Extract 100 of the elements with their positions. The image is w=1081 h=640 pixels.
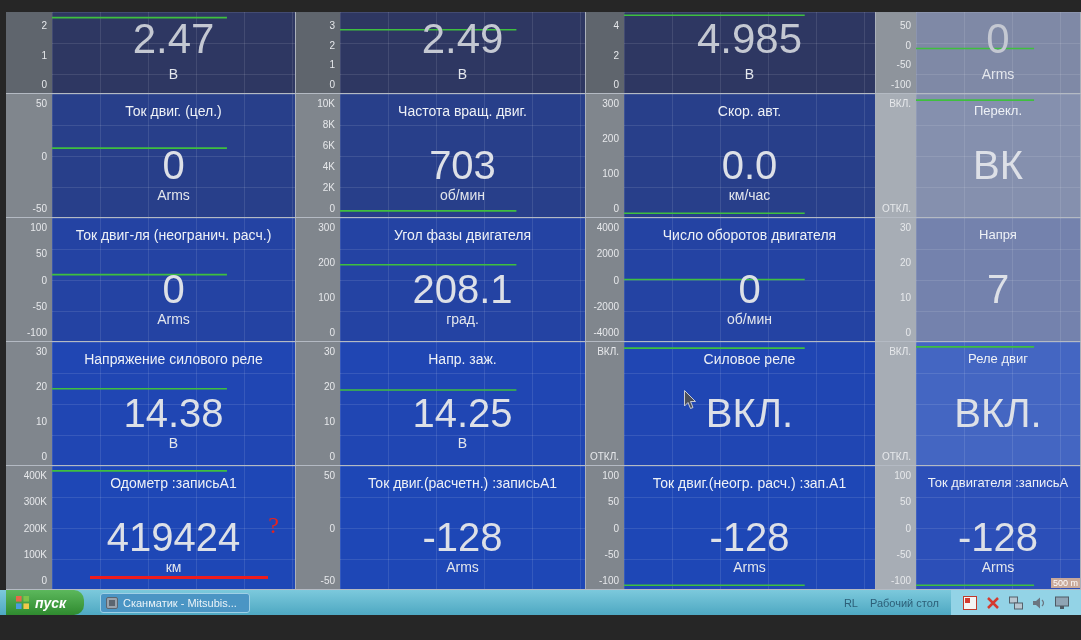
unit-label: об/мин xyxy=(440,186,485,204)
gauge-value: -128 xyxy=(709,516,790,558)
axis-label: 0 xyxy=(329,203,335,214)
axis-label: 50 xyxy=(899,496,911,508)
gauge-value: 14.38 xyxy=(123,392,224,434)
axis-label: 10K xyxy=(317,98,335,109)
window-icon[interactable] xyxy=(963,595,977,610)
gauge-value: 4.985 xyxy=(696,17,803,61)
unit-label: Arms xyxy=(157,310,190,328)
gauge-value: 2.49 xyxy=(421,17,504,61)
axis-label: 50 xyxy=(323,470,335,481)
unit-label: Arms xyxy=(733,558,766,576)
axis-label: 2000 xyxy=(596,248,619,260)
axis-label: 2K xyxy=(322,182,335,193)
gauge-value: 0 xyxy=(162,268,185,310)
axis-label: ОТКЛ. xyxy=(589,451,619,462)
axis-label: -50 xyxy=(896,548,911,560)
axis-label: 300K xyxy=(23,496,47,508)
gauge-value: 0 xyxy=(162,144,185,186)
axis-label: -50 xyxy=(604,548,619,560)
axis-label: -100 xyxy=(891,575,911,586)
axis-label: 400K xyxy=(23,470,47,481)
axis-label: 100K xyxy=(23,548,47,560)
gauge-title: Напря xyxy=(979,226,1017,244)
axis-label: 10 xyxy=(323,416,335,427)
axis-label: ВКЛ. xyxy=(597,346,619,357)
axis-label: 100 xyxy=(602,168,619,179)
axis-label: 4000 xyxy=(596,222,619,233)
gauge-title: Угол фазы двигателя xyxy=(393,226,532,244)
toolbar-label: RL xyxy=(843,596,858,609)
axis-label: 0 xyxy=(329,327,335,338)
gauge-value: ВКЛ. xyxy=(954,392,1042,434)
axis-label: 0 xyxy=(905,522,911,534)
gauge-value: 0 xyxy=(738,268,761,310)
unit-label: град. xyxy=(446,310,479,328)
axis-label: 20 xyxy=(899,257,911,268)
question-mark: ? xyxy=(268,512,279,538)
gauge-value: 703 xyxy=(429,144,496,186)
axis-label: 200 xyxy=(318,257,335,268)
axis-label: 0 xyxy=(905,39,911,51)
axis-label: -4000 xyxy=(593,327,619,338)
taskbar-button[interactable]: Сканматик - Mitsubis... xyxy=(100,592,250,613)
axis-label: -100 xyxy=(599,575,619,586)
gauge-title: Силовое реле xyxy=(703,350,796,368)
axis-label: 20 xyxy=(323,381,335,392)
axis-label: 0 xyxy=(905,327,911,338)
axis-label: 30 xyxy=(899,222,911,233)
unit-label: В xyxy=(744,65,755,83)
axis-label: 0 xyxy=(613,203,619,214)
axis-label: 30 xyxy=(323,346,335,357)
gauge-title: Число оборотов двигателя xyxy=(662,226,837,244)
axis-label: 0 xyxy=(329,78,335,90)
monitor-icon[interactable] xyxy=(1055,595,1069,610)
axis-label: 200K xyxy=(23,522,47,534)
network-icon[interactable] xyxy=(1009,595,1023,610)
unit-label: км/час xyxy=(728,186,771,204)
gauge-value: -128 xyxy=(422,516,503,558)
axis-label: 100 xyxy=(894,470,911,481)
axis-label: 3 xyxy=(329,20,335,31)
start-button[interactable]: пуск xyxy=(6,590,84,615)
axis-label: 2 xyxy=(613,49,619,61)
gauge-title: Ток двиг.(неогр. расч.) :зап.А1 xyxy=(652,474,847,492)
axis-label: 0 xyxy=(613,79,619,90)
unit-label: Arms xyxy=(157,186,190,204)
time-scale-label: 500 m xyxy=(1051,578,1080,588)
axis-label: 200 xyxy=(602,133,619,144)
gauge-value: ВК xyxy=(973,144,1023,186)
gauge-value: 14.25 xyxy=(412,392,513,434)
axis-label: -50 xyxy=(32,300,47,312)
axis-label: ОТКЛ. xyxy=(881,203,911,214)
axis-label: ОТКЛ. xyxy=(881,451,911,462)
gauge-title: Ток двиг. (цел.) xyxy=(125,102,222,120)
axis-label: -100 xyxy=(891,78,911,90)
unit-label: В xyxy=(457,65,468,83)
gauge-value: -128 xyxy=(957,516,1039,558)
flag-icon xyxy=(16,596,29,609)
axis-label: 100 xyxy=(30,222,47,233)
gauge-title: Ток двиг-ля (неогранич. расч.) xyxy=(75,226,272,244)
axis-label: 1 xyxy=(41,49,47,61)
axis-label: 50 xyxy=(35,98,47,109)
axis-label: 0 xyxy=(41,451,47,462)
unit-label: Arms xyxy=(981,558,1015,576)
gauge-title: Реле двиг xyxy=(968,350,1028,368)
axis-label: 50 xyxy=(899,20,911,31)
unit-label: Arms xyxy=(981,65,1015,83)
desktop-label: Рабочий стол xyxy=(869,596,939,609)
unit-label: Arms xyxy=(446,558,479,576)
x-mark-icon[interactable] xyxy=(986,595,1000,610)
unit-label: В xyxy=(168,434,179,452)
axis-label: 2 xyxy=(41,20,47,31)
axis-label: -50 xyxy=(320,575,335,586)
speaker-icon[interactable] xyxy=(1032,595,1046,610)
axis-label: 30 xyxy=(35,346,47,357)
unit-label: км xyxy=(165,558,182,576)
gauge-value: 208.1 xyxy=(412,268,513,310)
axis-label: 8K xyxy=(322,119,335,130)
axis-label: 0 xyxy=(613,274,619,286)
axis-label: ВКЛ. xyxy=(889,346,911,357)
axis-label: -50 xyxy=(32,203,47,214)
gauge-value: 7 xyxy=(986,268,1010,310)
